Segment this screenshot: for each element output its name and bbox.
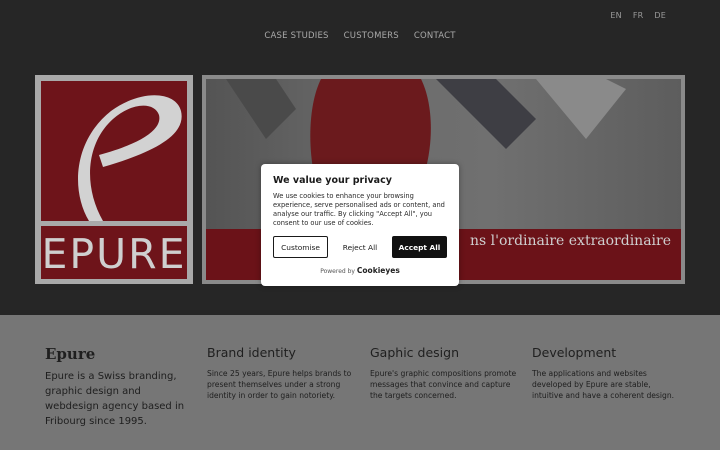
logo-wordmark: EPURE	[41, 230, 187, 278]
lang-de[interactable]: DE	[654, 11, 666, 20]
accept-all-button[interactable]: Accept All	[391, 236, 447, 258]
about-text: Epure is a Swiss branding, graphic desig…	[45, 371, 185, 427]
cookie-title: We value your privacy	[273, 175, 392, 186]
lang-fr[interactable]: FR	[633, 11, 644, 20]
customise-button[interactable]: Customise	[273, 236, 329, 258]
about-title: Epure	[45, 345, 96, 363]
lang-en[interactable]: EN	[610, 11, 621, 20]
reject-all-button[interactable]: Reject All	[333, 236, 387, 258]
e-glyph-icon	[78, 95, 182, 221]
language-switcher: EN FR DE	[610, 11, 666, 20]
cookie-consent-dialog: We value your privacy We use cookies to …	[261, 164, 459, 286]
brand-identity-title: Brand identity	[207, 345, 296, 360]
development-text: The applications and websites developed …	[532, 369, 675, 400]
graphic-design-title: Gaphic design	[370, 345, 459, 360]
graphic-design-column: Gaphic design Epure's graphic compositio…	[370, 345, 520, 401]
nav-contact[interactable]: CONTACT	[414, 31, 456, 41]
about-column: Epure Epure is a Swiss branding, graphic…	[45, 345, 195, 429]
development-column: Development The applications and website…	[532, 345, 682, 401]
cookie-buttons: Customise Reject All Accept All	[273, 236, 447, 258]
epure-logo[interactable]: EPURE	[35, 75, 193, 284]
brand-identity-column: Brand identity Since 25 years, Epure hel…	[207, 345, 357, 401]
nav-customers[interactable]: CUSTOMERS	[344, 31, 399, 41]
hero-tagline: ns l'ordinaire extraordinaire	[469, 233, 671, 249]
cookie-message: We use cookies to enhance your browsing …	[273, 192, 445, 227]
features-section: Epure Epure is a Swiss branding, graphic…	[0, 315, 720, 450]
logo-e-mark	[41, 81, 187, 221]
main-nav: CASE STUDIES CUSTOMERS CONTACT	[0, 31, 720, 41]
logo-wordmark-box: EPURE	[41, 226, 187, 279]
development-title: Development	[532, 345, 617, 360]
brand-identity-text: Since 25 years, Epure helps brands to pr…	[207, 369, 352, 400]
graphic-design-text: Epure's graphic compositions promote mes…	[370, 369, 517, 400]
cookieyes-logo[interactable]: Cookieyes	[357, 266, 400, 275]
powered-by-label: Powered by	[320, 268, 355, 275]
powered-by: Powered by Cookieyes	[273, 266, 447, 275]
nav-case-studies[interactable]: CASE STUDIES	[264, 31, 328, 41]
